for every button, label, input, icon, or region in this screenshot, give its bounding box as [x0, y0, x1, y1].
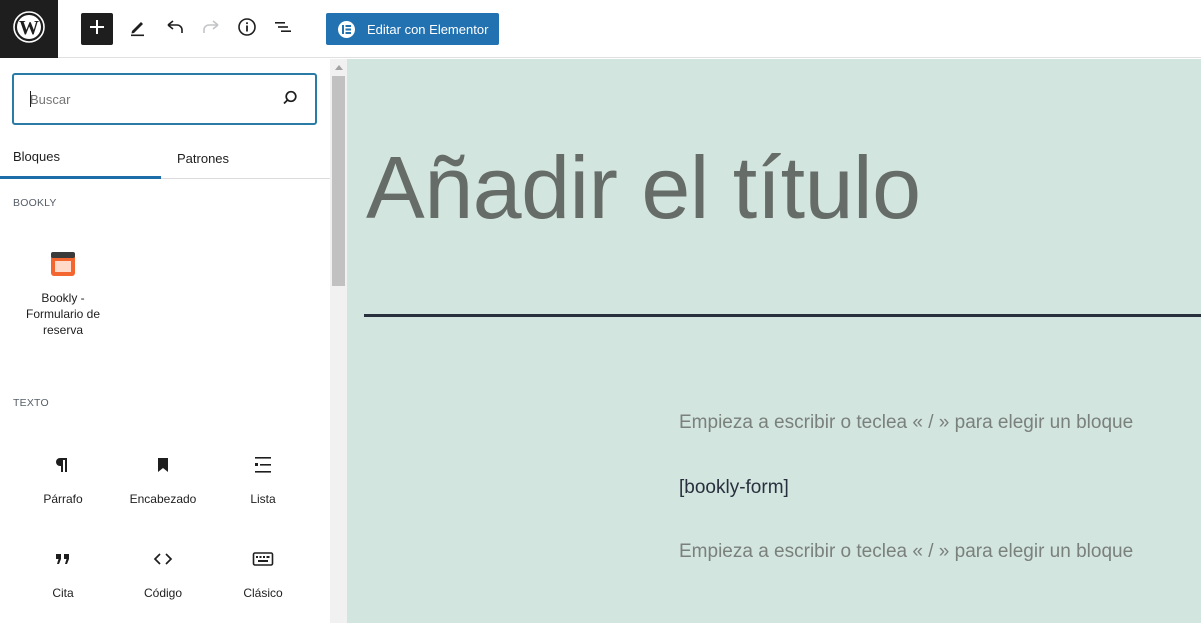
list-view-icon: [273, 17, 293, 42]
elementor-button-label: Editar con Elementor: [367, 21, 489, 37]
separator-block[interactable]: [364, 314, 1201, 317]
empty-paragraph-block[interactable]: Empieza a escribir o teclea « / » para e…: [679, 412, 1133, 434]
scroll-thumb[interactable]: [332, 76, 345, 286]
elementor-icon: [338, 20, 355, 38]
shortcode-block[interactable]: [bookly-form]: [679, 477, 789, 499]
empty-paragraph-block[interactable]: Empieza a escribir o teclea « / » para e…: [679, 541, 1133, 563]
text-cursor: [30, 91, 31, 107]
code-icon: [113, 547, 213, 571]
wordpress-logo-button[interactable]: W: [0, 0, 58, 58]
block-item-label: Bookly - Formulario de reserva: [25, 291, 101, 337]
redo-icon: [201, 17, 221, 42]
block-item-paragraph[interactable]: Párrafo: [13, 453, 113, 507]
redo-button[interactable]: [195, 13, 227, 45]
search-placeholder: Buscar: [30, 92, 71, 107]
tab-patterns[interactable]: Patrones: [161, 137, 322, 179]
block-item-label: Lista: [250, 492, 276, 506]
list-view-button[interactable]: [267, 13, 299, 45]
list-icon: [213, 453, 313, 477]
block-search-input[interactable]: Buscar: [12, 73, 317, 125]
block-inserter-panel: Buscar Bloques Patrones BOOKLY Bookly - …: [0, 59, 330, 623]
scroll-up-arrow-icon[interactable]: [335, 65, 343, 70]
edit-with-elementor-button[interactable]: Editar con Elementor: [326, 13, 499, 45]
add-block-button[interactable]: [81, 13, 113, 45]
block-item-heading[interactable]: Encabezado: [113, 453, 213, 507]
search-icon: [281, 89, 299, 112]
quote-icon: [13, 547, 113, 571]
block-item-bookly-form[interactable]: Bookly - Formulario de reserva: [13, 252, 113, 338]
plus-icon: [89, 19, 105, 40]
block-item-quote[interactable]: Cita: [13, 547, 113, 601]
block-item-label: Párrafo: [43, 492, 83, 506]
block-item-classic[interactable]: Clásico: [213, 547, 313, 601]
tools-edit-button[interactable]: [122, 13, 154, 45]
info-icon: [237, 17, 257, 42]
editor-top-toolbar: W Editar con Elementor: [0, 0, 1201, 58]
undo-button[interactable]: [159, 13, 191, 45]
wordpress-icon: W: [13, 10, 45, 48]
inserter-scrollbar[interactable]: [330, 59, 347, 623]
keyboard-icon: [213, 547, 313, 571]
bookmark-icon: [113, 453, 213, 477]
paragraph-icon: [13, 453, 113, 477]
block-item-label: Clásico: [243, 586, 283, 600]
editor-canvas: Añadir el título Empieza a escribir o te…: [347, 59, 1201, 623]
undo-icon: [165, 17, 185, 42]
tab-blocks[interactable]: Bloques: [0, 137, 161, 179]
bookly-icon: [13, 252, 113, 276]
post-title-input[interactable]: Añadir el título: [366, 137, 921, 239]
svg-text:W: W: [19, 17, 39, 39]
pencil-icon: [128, 17, 148, 42]
block-item-label: Código: [143, 586, 183, 600]
block-item-label: Encabezado: [129, 492, 197, 506]
block-item-label: Cita: [52, 586, 74, 600]
inserter-tabs: Bloques Patrones: [0, 137, 330, 179]
block-item-code[interactable]: Código: [113, 547, 213, 601]
category-label-text: TEXTO: [13, 397, 49, 409]
details-button[interactable]: [231, 13, 263, 45]
block-item-list[interactable]: Lista: [213, 453, 313, 507]
category-label-bookly: BOOKLY: [13, 197, 57, 209]
